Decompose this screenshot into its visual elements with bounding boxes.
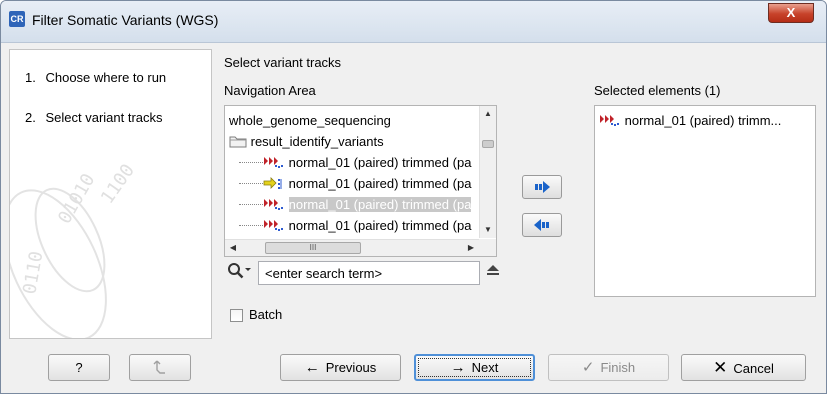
- tree-item-variant-track-selected[interactable]: normal_01 (paired) trimmed (pa: [239, 194, 472, 215]
- next-button[interactable]: → Next: [414, 354, 535, 381]
- scroll-left-arrow-icon[interactable]: ◀: [225, 240, 241, 256]
- app-logo-icon: CR: [9, 11, 25, 27]
- tree-connector: [239, 204, 263, 205]
- reset-icon: [153, 360, 165, 374]
- svg-text:01010: 01010: [54, 170, 99, 227]
- add-to-selected-button[interactable]: [522, 175, 562, 199]
- selected-element-item[interactable]: normal_01 (paired) trimm...: [599, 110, 781, 131]
- tree-item-whole-genome-sequencing[interactable]: whole_genome_sequencing: [229, 110, 391, 131]
- title-bar: CR Filter Somatic Variants (WGS) X: [1, 1, 826, 43]
- selected-elements-list[interactable]: normal_01 (paired) trimm...: [594, 105, 816, 297]
- batch-label: Batch: [249, 307, 283, 322]
- tree-item-label: normal_01 (paired) trimmed (pa: [288, 218, 472, 233]
- tree-horizontal-scrollbar[interactable]: ◀ III ▶: [225, 239, 481, 256]
- navigation-area-label: Navigation Area: [224, 83, 316, 98]
- help-button[interactable]: ?: [48, 354, 110, 381]
- step-select-variant-tracks: 2. Select variant tracks: [25, 110, 163, 125]
- variant-track-icon: [600, 115, 619, 126]
- search-options-button[interactable]: [226, 261, 254, 281]
- variant-track-icon: [264, 157, 283, 168]
- finish-button[interactable]: ✓ Finish: [548, 354, 669, 381]
- tree-connector: [239, 162, 263, 163]
- step-label: Choose where to run: [45, 70, 167, 85]
- previous-label: Previous: [325, 360, 377, 375]
- dna-watermark-icon: 01010 0110 1100: [10, 160, 139, 338]
- finish-label: Finish: [600, 360, 636, 375]
- scrollbar-corner: [479, 239, 496, 256]
- step-number: 1.: [25, 70, 36, 85]
- variant-track-icon: [264, 220, 283, 231]
- tree-item-label: result_identify_variants: [250, 134, 384, 149]
- svg-text:0110: 0110: [19, 250, 47, 296]
- selected-elements-label: Selected elements (1): [594, 83, 721, 98]
- tree-item-annotation-track[interactable]: normal_01 (paired) trimmed (pa: [239, 173, 471, 194]
- svg-text:1100: 1100: [97, 160, 139, 208]
- tree-item-label: whole_genome_sequencing: [229, 113, 391, 128]
- step-number: 2.: [25, 110, 36, 125]
- search-input[interactable]: [258, 261, 480, 285]
- close-window-button[interactable]: X: [768, 3, 814, 23]
- tree-item-result-identify-variants[interactable]: result_identify_variants: [229, 131, 384, 152]
- search-icon: [228, 263, 251, 279]
- tree-item-label: normal_01 (paired) trimmed (pa: [288, 176, 472, 191]
- dialog-footer: ? ← Previous → Next ✓ Finish ✕ Cancel: [1, 342, 826, 393]
- wizard-steps-panel: 01010 0110 1100 1. Choose where to run 2…: [9, 49, 212, 339]
- main-panel: Select variant tracks Navigation Area Se…: [220, 49, 820, 339]
- previous-button[interactable]: ← Previous: [280, 354, 401, 381]
- reset-button[interactable]: [129, 354, 191, 381]
- arrow-right-icon: [535, 181, 550, 193]
- arrow-left-icon: [534, 219, 549, 231]
- window-title: Filter Somatic Variants (WGS): [32, 12, 219, 28]
- focus-ring: [418, 358, 531, 377]
- dialog-content: 01010 0110 1100 1. Choose where to run 2…: [9, 49, 820, 339]
- arrow-left-icon: ←: [304, 359, 320, 376]
- cancel-x-icon: ✕: [713, 358, 728, 377]
- scroll-up-arrow-icon[interactable]: ▲: [480, 106, 496, 122]
- annotation-track-icon: [263, 177, 282, 189]
- help-icon: ?: [75, 360, 83, 375]
- tree-connector: [239, 183, 263, 184]
- variant-track-icon: [264, 199, 283, 210]
- checkmark-icon: ✓: [581, 359, 595, 376]
- filter-somatic-variants-dialog: CR Filter Somatic Variants (WGS) X 01010…: [0, 0, 827, 394]
- batch-checkbox-box[interactable]: [230, 309, 243, 322]
- horizontal-scroll-thumb[interactable]: III: [265, 242, 361, 254]
- cancel-label: Cancel: [733, 361, 774, 376]
- vertical-scroll-thumb[interactable]: [482, 140, 494, 148]
- tree-item-label: normal_01 (paired) trimmed (pa: [288, 197, 472, 212]
- eject-icon[interactable]: [486, 263, 500, 279]
- scroll-right-arrow-icon[interactable]: ▶: [463, 240, 479, 256]
- navigation-tree[interactable]: whole_genome_sequencing result_identify_…: [224, 105, 497, 257]
- section-title: Select variant tracks: [224, 55, 342, 70]
- selected-element-label: normal_01 (paired) trimm...: [624, 113, 782, 128]
- step-label: Select variant tracks: [45, 110, 163, 125]
- remove-from-selected-button[interactable]: [522, 213, 562, 237]
- tree-item-variant-track[interactable]: normal_01 (paired) trimmed (pa: [239, 152, 471, 173]
- folder-icon: [229, 136, 247, 148]
- tree-connector: [239, 225, 263, 226]
- cancel-button[interactable]: ✕ Cancel: [681, 354, 806, 381]
- scroll-down-arrow-icon[interactable]: ▼: [480, 222, 496, 238]
- tree-vertical-scrollbar[interactable]: ▲ ▼: [479, 106, 496, 238]
- tree-item-label: normal_01 (paired) trimmed (pa: [288, 155, 472, 170]
- tree-item-variant-track[interactable]: normal_01 (paired) trimmed (pa: [239, 215, 471, 236]
- step-choose-where-to-run: 1. Choose where to run: [25, 70, 166, 85]
